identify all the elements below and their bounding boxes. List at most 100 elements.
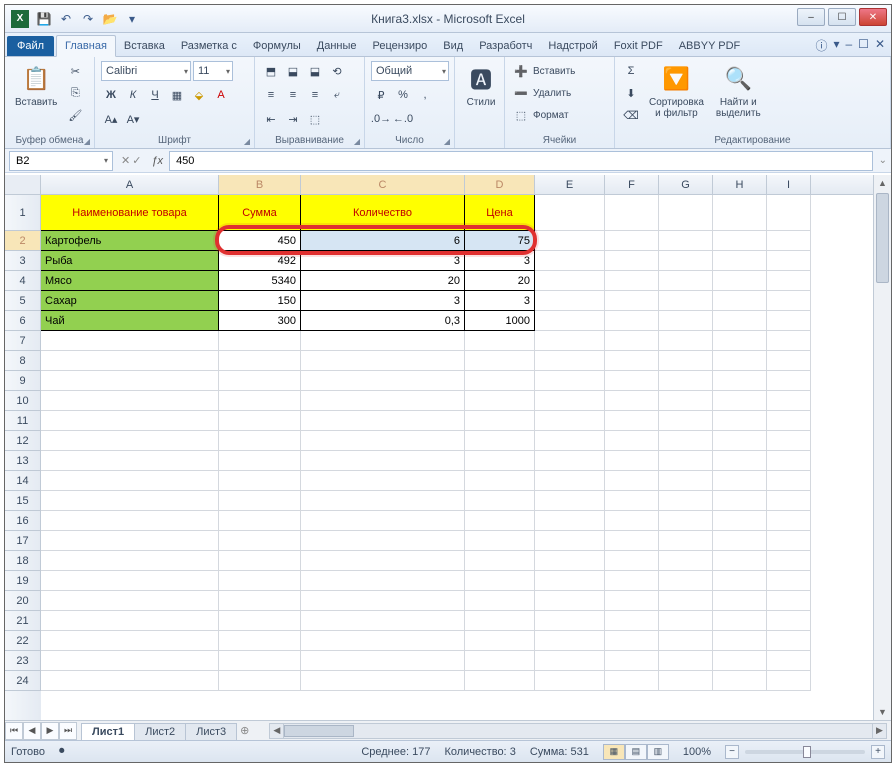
- cell[interactable]: [219, 351, 301, 371]
- grow-font-icon[interactable]: A▴: [101, 109, 121, 129]
- ribbon-tab-2[interactable]: Разметка с: [173, 36, 245, 56]
- cell[interactable]: [465, 451, 535, 471]
- sheet-nav-next-icon[interactable]: ▶: [41, 722, 59, 740]
- cell[interactable]: [535, 591, 605, 611]
- cell[interactable]: [713, 671, 767, 691]
- dialog-launcher-icon[interactable]: ◢: [444, 137, 450, 146]
- cell[interactable]: [605, 591, 659, 611]
- comma-icon[interactable]: ,: [415, 85, 435, 105]
- sheet-tab[interactable]: Лист1: [81, 723, 135, 741]
- cell[interactable]: [465, 531, 535, 551]
- cell[interactable]: [713, 611, 767, 631]
- cell[interactable]: [605, 611, 659, 631]
- cell[interactable]: [659, 451, 713, 471]
- cell[interactable]: [605, 251, 659, 271]
- cell[interactable]: Рыба: [41, 251, 219, 271]
- cell[interactable]: [535, 631, 605, 651]
- cell[interactable]: [659, 371, 713, 391]
- row-header[interactable]: 14: [5, 471, 41, 491]
- view-layout-icon[interactable]: ▤: [625, 744, 647, 760]
- cell[interactable]: [605, 351, 659, 371]
- bold-button[interactable]: Ж: [101, 85, 121, 105]
- cell[interactable]: [41, 531, 219, 551]
- clear-icon[interactable]: ⌫: [621, 105, 641, 125]
- cell[interactable]: [219, 391, 301, 411]
- cell[interactable]: [301, 491, 465, 511]
- name-box[interactable]: B2▾: [9, 151, 113, 171]
- cell[interactable]: [219, 631, 301, 651]
- column-header[interactable]: E: [535, 175, 605, 194]
- row-header[interactable]: 5: [5, 291, 41, 311]
- cell[interactable]: [301, 511, 465, 531]
- align-right-icon[interactable]: ≡: [305, 85, 325, 105]
- cell[interactable]: [767, 671, 811, 691]
- font-name-combo[interactable]: Calibri▾: [101, 61, 191, 81]
- dialog-launcher-icon[interactable]: ◢: [244, 137, 250, 146]
- insert-cells-icon[interactable]: ➕: [511, 61, 531, 81]
- zoom-level[interactable]: 100%: [683, 746, 711, 758]
- row-header[interactable]: 22: [5, 631, 41, 651]
- cell[interactable]: [767, 551, 811, 571]
- zoom-in-button[interactable]: +: [871, 745, 885, 759]
- cell[interactable]: [713, 651, 767, 671]
- cell[interactable]: [767, 571, 811, 591]
- view-pagebreak-icon[interactable]: ▥: [647, 744, 669, 760]
- cell[interactable]: [659, 551, 713, 571]
- cell[interactable]: [219, 551, 301, 571]
- cells-area[interactable]: Наименование товараСуммаКоличествоЦенаКа…: [41, 195, 873, 720]
- cell[interactable]: [713, 331, 767, 351]
- autosum-icon[interactable]: Σ: [621, 61, 641, 81]
- hscroll-thumb[interactable]: [284, 725, 354, 737]
- cell[interactable]: [465, 671, 535, 691]
- column-header[interactable]: D: [465, 175, 535, 194]
- align-top-icon[interactable]: ⬒: [261, 61, 281, 81]
- cell[interactable]: [767, 311, 811, 331]
- row-header[interactable]: 10: [5, 391, 41, 411]
- cell[interactable]: 300: [219, 311, 301, 331]
- dialog-launcher-icon[interactable]: ◢: [354, 137, 360, 146]
- cell[interactable]: [605, 271, 659, 291]
- cell[interactable]: [713, 231, 767, 251]
- cell[interactable]: [713, 351, 767, 371]
- cell[interactable]: [767, 451, 811, 471]
- cell[interactable]: [713, 411, 767, 431]
- close-button[interactable]: ✕: [859, 8, 887, 26]
- cell[interactable]: [659, 651, 713, 671]
- cell[interactable]: [713, 531, 767, 551]
- cell[interactable]: [219, 451, 301, 471]
- cell[interactable]: [465, 371, 535, 391]
- cell[interactable]: [219, 651, 301, 671]
- cell[interactable]: [767, 651, 811, 671]
- cell[interactable]: [659, 571, 713, 591]
- cell[interactable]: [41, 331, 219, 351]
- cell[interactable]: [301, 571, 465, 591]
- row-header[interactable]: 13: [5, 451, 41, 471]
- cell[interactable]: Цена: [465, 195, 535, 231]
- cell[interactable]: [605, 491, 659, 511]
- orientation-icon[interactable]: ⟲: [327, 61, 347, 81]
- row-header[interactable]: 19: [5, 571, 41, 591]
- cell[interactable]: 6: [301, 231, 465, 251]
- cell[interactable]: [465, 611, 535, 631]
- row-header[interactable]: 8: [5, 351, 41, 371]
- cell[interactable]: [219, 671, 301, 691]
- cell[interactable]: [465, 491, 535, 511]
- cell[interactable]: [713, 471, 767, 491]
- row-header[interactable]: 18: [5, 551, 41, 571]
- cell[interactable]: [659, 671, 713, 691]
- cell[interactable]: [535, 195, 605, 231]
- row-header[interactable]: 15: [5, 491, 41, 511]
- cell[interactable]: [219, 431, 301, 451]
- row-header[interactable]: 6: [5, 311, 41, 331]
- cell[interactable]: [535, 671, 605, 691]
- cell[interactable]: [605, 551, 659, 571]
- cell[interactable]: 492: [219, 251, 301, 271]
- cell[interactable]: [41, 651, 219, 671]
- cell[interactable]: [465, 431, 535, 451]
- cell[interactable]: [659, 471, 713, 491]
- cell[interactable]: 150: [219, 291, 301, 311]
- doc-minimize-button[interactable]: –: [845, 37, 852, 54]
- delete-cells-icon[interactable]: ➖: [511, 83, 531, 103]
- row-header[interactable]: 17: [5, 531, 41, 551]
- cell[interactable]: [713, 251, 767, 271]
